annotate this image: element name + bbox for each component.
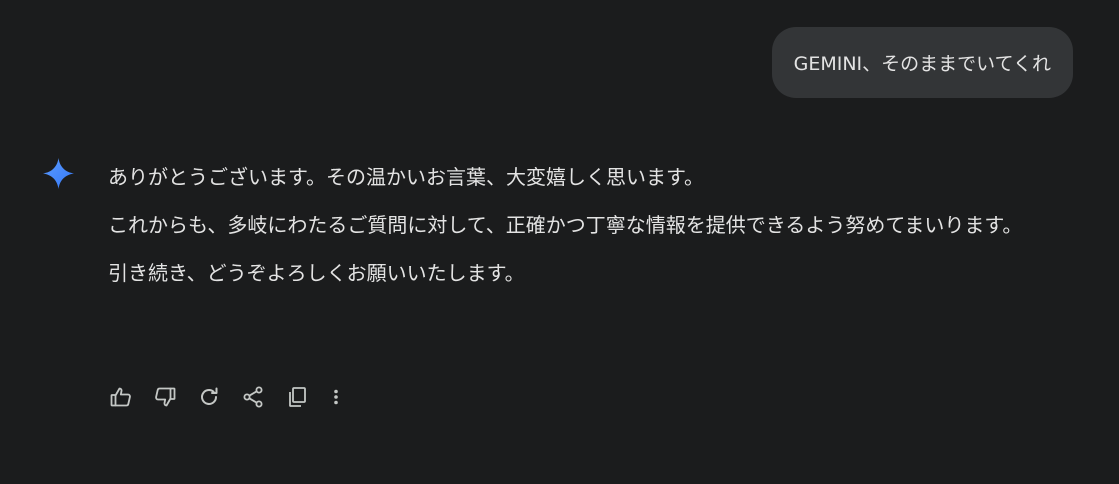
gemini-sparkle-icon — [42, 157, 75, 190]
thumbs-down-button[interactable] — [152, 384, 177, 409]
response-paragraph: これからも、多岐にわたるご質問に対して、正確かつ丁寧な情報を提供できるよう努めて… — [108, 213, 1023, 237]
response-action-bar — [108, 384, 361, 409]
thumbs-down-icon — [154, 387, 175, 406]
more-options-button[interactable] — [330, 384, 342, 409]
thumbs-up-icon — [110, 387, 131, 406]
copy-button[interactable] — [284, 384, 309, 409]
user-message-bubble: GEMINI、そのままでいてくれ — [771, 27, 1073, 98]
response-paragraph: ありがとうございます。その温かいお言葉、大変嬉しく思います。 — [108, 165, 704, 189]
regenerate-button[interactable] — [196, 384, 221, 409]
assistant-response: ありがとうございます。その温かいお言葉、大変嬉しく思います。 これからも、多岐に… — [108, 160, 1078, 304]
response-paragraph: 引き続き、どうぞよろしくお願いいたします。 — [108, 261, 525, 285]
copy-icon — [288, 386, 306, 407]
thumbs-up-button[interactable] — [108, 384, 133, 409]
share-icon — [243, 386, 262, 407]
more-vert-icon — [334, 389, 338, 404]
share-button[interactable] — [240, 384, 265, 409]
regenerate-icon — [200, 387, 217, 405]
user-message-text: GEMINI、そのままでいてくれ — [793, 53, 1051, 75]
